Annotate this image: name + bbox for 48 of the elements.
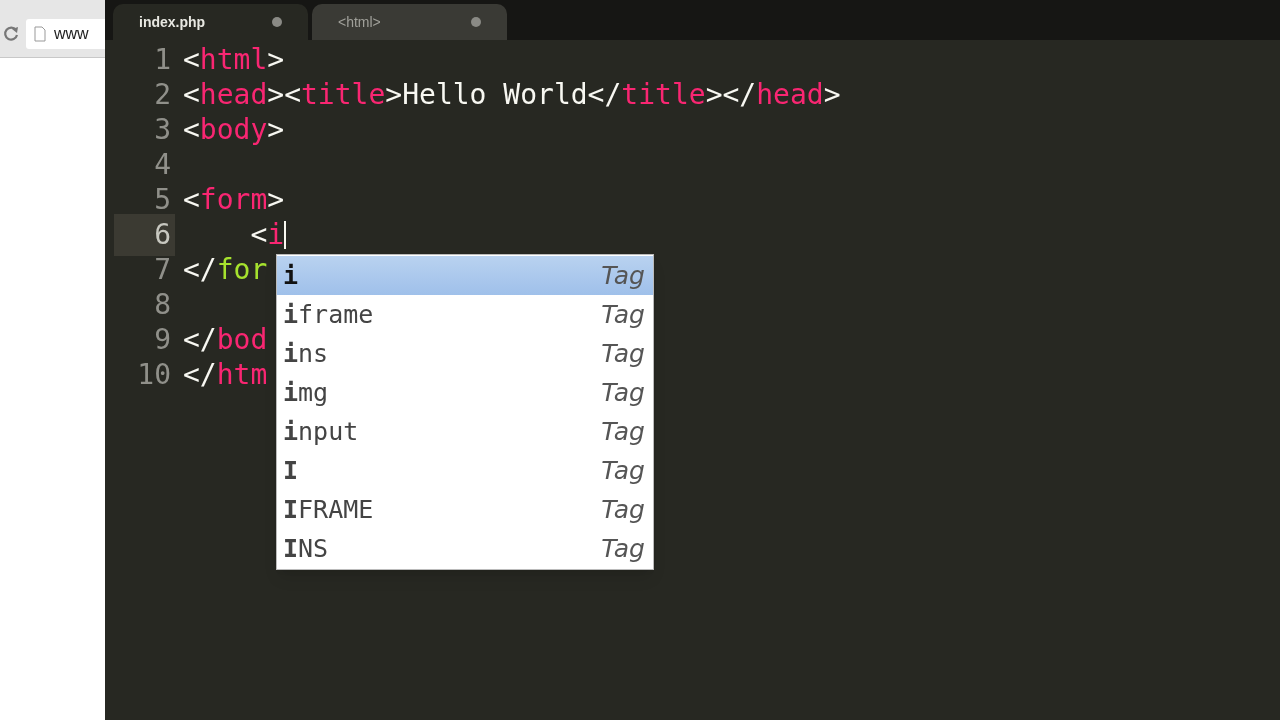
code-text: </ (183, 251, 217, 288)
editor-tab[interactable]: index.php (113, 4, 308, 40)
code-text: for (216, 251, 268, 288)
line-number: 3 (154, 111, 172, 148)
editor-tab[interactable]: <html> (312, 4, 507, 40)
completion-item[interactable]: img Tag (277, 373, 653, 412)
completion-item[interactable]: input Tag (277, 412, 653, 451)
tag-name: html (199, 41, 268, 78)
page-icon (34, 26, 46, 42)
code-text: </ (183, 356, 217, 393)
code-text: < (183, 41, 200, 78)
tag-name: i (267, 216, 285, 253)
code-text: < (183, 76, 200, 113)
completion-item[interactable]: i Tag (277, 256, 653, 295)
line-number: 1 (154, 41, 172, 78)
tag-name: body (199, 111, 268, 148)
tag-name: head (199, 76, 268, 113)
line-number: 2 (154, 76, 172, 113)
code-text: > (267, 111, 285, 148)
completion-item[interactable]: I Tag (277, 451, 653, 490)
reload-icon[interactable] (2, 25, 20, 43)
code-text: ></ (705, 76, 757, 113)
tag-name: htm (216, 356, 268, 393)
tag-name: title (621, 76, 706, 113)
code-text: > (267, 181, 285, 218)
line-number: 4 (154, 146, 172, 183)
code-text: < (183, 111, 200, 148)
code-text: > (267, 41, 285, 78)
completion-item[interactable]: iframe Tag (277, 295, 653, 334)
line-number: 6 (114, 213, 175, 256)
line-number: 8 (154, 286, 172, 323)
line-number: 10 (137, 356, 172, 393)
tag-name: bod (216, 321, 268, 358)
code-text: < (249, 216, 268, 253)
line-number: 9 (154, 321, 172, 358)
code-text: < (183, 181, 200, 218)
address-field[interactable]: www (26, 19, 105, 49)
code-text: >Hello World</ (385, 76, 622, 113)
completion-item[interactable]: ins Tag (277, 334, 653, 373)
text-cursor (284, 220, 287, 249)
tag-name: form (199, 181, 268, 218)
completion-item[interactable]: IFRAME Tag (277, 490, 653, 529)
completion-item[interactable]: INS Tag (277, 529, 653, 568)
tag-name: head (756, 76, 824, 113)
tag-name: title (301, 76, 386, 113)
code-text: >< (267, 76, 301, 113)
code-text: > (823, 76, 841, 113)
code-text: </ (183, 321, 217, 358)
